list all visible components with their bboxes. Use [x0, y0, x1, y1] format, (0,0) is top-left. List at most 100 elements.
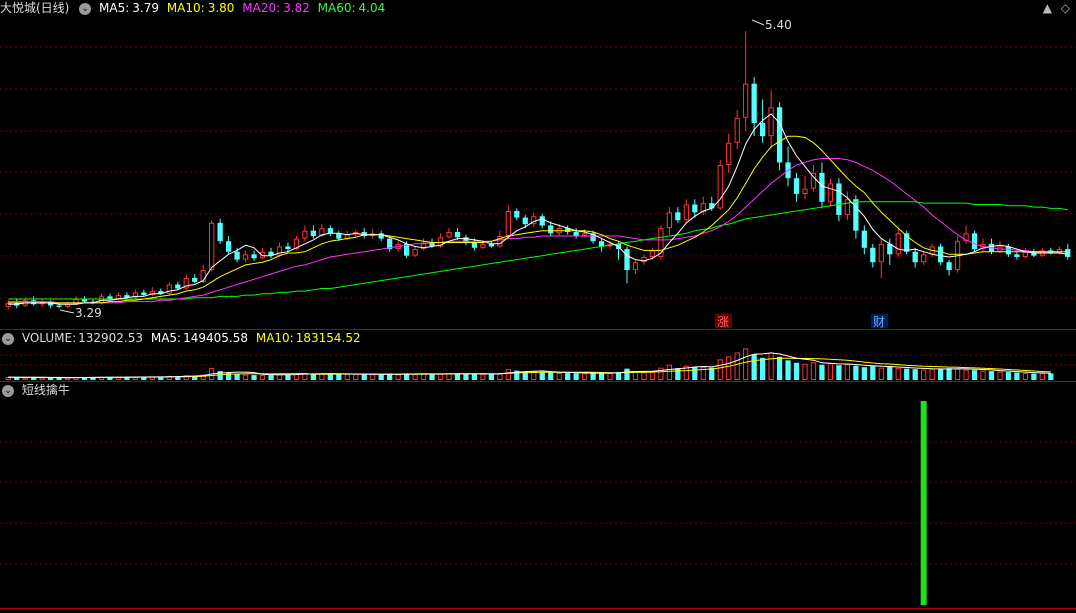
volume-ma5-line — [8, 352, 1051, 379]
volume-bar — [429, 374, 435, 380]
volume-bar — [251, 375, 257, 380]
volume-bar — [5, 377, 11, 380]
volume-bar — [793, 362, 800, 380]
volume-bar — [827, 363, 834, 380]
candle-body — [471, 242, 478, 248]
volume-bar — [56, 377, 62, 380]
candle-body — [921, 254, 927, 263]
volume-bar — [717, 359, 723, 381]
volume-bar — [319, 373, 325, 381]
candle-body — [234, 251, 240, 260]
candle-body — [378, 233, 384, 239]
volume-bar — [370, 374, 376, 381]
volume-bar — [480, 374, 486, 380]
candle-body — [734, 117, 740, 143]
volume-bar — [1005, 372, 1012, 380]
candle-body — [98, 296, 105, 303]
volume-bar — [420, 373, 427, 381]
candle-body — [912, 251, 918, 263]
volume-bar — [64, 377, 71, 380]
volume-bar — [548, 372, 554, 380]
volume-bar — [590, 373, 596, 380]
volume-bar — [607, 373, 613, 381]
volume-bar — [861, 367, 867, 380]
candle-body — [1022, 251, 1029, 257]
event-cai-label[interactable]: 财 — [873, 315, 885, 329]
candle-body — [446, 232, 452, 238]
volume-bar — [395, 374, 401, 381]
candle-body — [751, 83, 757, 124]
volume-bar — [1014, 372, 1020, 380]
candle-body — [717, 165, 723, 209]
volume-bar — [751, 354, 757, 380]
volume-bar — [844, 364, 851, 381]
volume-bar — [565, 373, 571, 380]
volume-bar — [836, 365, 842, 380]
candle-body — [1005, 246, 1012, 255]
volume-bar — [904, 368, 910, 380]
candle-body — [836, 183, 842, 215]
signal-bar — [920, 401, 927, 605]
volume-bar — [276, 374, 283, 381]
volume-bar — [912, 369, 918, 380]
volume-bar — [31, 377, 37, 380]
candle-body — [853, 199, 859, 231]
candle-body — [31, 300, 37, 305]
volume-bar — [446, 373, 452, 381]
volume-bar — [649, 371, 656, 380]
high-marker-line — [751, 19, 765, 26]
volume-bar — [810, 362, 817, 380]
volume-bar — [641, 372, 647, 381]
volume-bar — [666, 364, 673, 381]
volume-bar — [47, 377, 54, 380]
volume-bar — [1048, 373, 1054, 380]
candle-body — [861, 230, 867, 248]
candle-body — [454, 232, 461, 238]
candle-body — [175, 284, 181, 289]
stock-chart[interactable]: 5.40 3.29 涨 财 — [0, 0, 1076, 613]
volume-ma10-line — [8, 357, 1051, 378]
volume-bar — [675, 368, 681, 380]
volume-bar — [234, 374, 240, 380]
volume-bar — [259, 374, 266, 381]
volume-bar — [225, 372, 232, 380]
candle-body — [624, 249, 630, 271]
candle-body — [327, 228, 333, 234]
volume-bar — [819, 364, 825, 380]
volume-bar — [921, 369, 927, 380]
candle-body — [310, 230, 317, 236]
moving-average-lines — [8, 113, 1068, 305]
event-zhang-label[interactable]: 涨 — [717, 314, 729, 329]
candle-body — [675, 212, 681, 221]
candle-body — [505, 211, 511, 236]
volume-bar — [895, 368, 901, 380]
candle-body — [522, 217, 528, 225]
candle-body — [548, 225, 554, 234]
volume-bar — [505, 369, 511, 380]
volume-bar — [488, 374, 495, 380]
candle-body — [683, 204, 689, 221]
candle-body — [937, 246, 944, 263]
volume-bar — [768, 352, 774, 380]
candle-body — [946, 262, 952, 271]
candle-body — [768, 107, 774, 137]
candle-body — [539, 216, 545, 226]
volume-bar — [353, 374, 359, 381]
candle-body — [692, 204, 698, 213]
volume-bar — [378, 374, 384, 380]
candle-body — [793, 178, 800, 194]
ma20-line — [8, 158, 1051, 304]
candle-body — [819, 172, 825, 202]
volume-bar — [361, 374, 367, 380]
signal-bars — [920, 401, 927, 605]
candle-body — [895, 233, 901, 255]
candle-body — [1014, 254, 1020, 257]
volume-bar — [539, 371, 545, 380]
volume-bar — [1031, 373, 1037, 380]
volume-bar — [412, 374, 418, 380]
volume-bar — [887, 366, 893, 380]
candle-body — [251, 254, 257, 259]
candle-body — [336, 233, 342, 239]
volume-bar — [853, 365, 859, 380]
candle-body — [192, 277, 198, 282]
